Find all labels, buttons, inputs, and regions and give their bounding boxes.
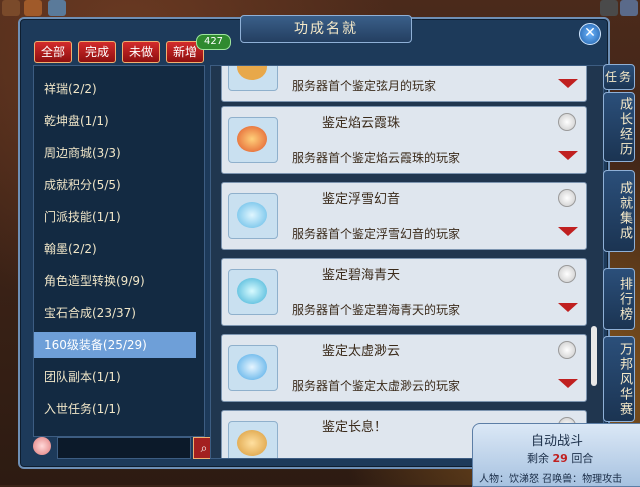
- new-count-badge: 427: [196, 34, 231, 50]
- category-list: 祥瑞(2/2) 乾坤盘(1/1) 周边商城(3/3) 成就积分(5/5) 门派技…: [33, 65, 216, 437]
- item-thumbnail: [228, 193, 278, 239]
- achievement-card[interactable]: 鉴定浮雪幻音 服务器首个鉴定浮雪幻音的玩家: [221, 182, 587, 250]
- jewel-icon: [237, 126, 267, 152]
- category-item[interactable]: 角色造型转换(9/9): [34, 268, 196, 294]
- expand-arrow-icon[interactable]: [558, 303, 578, 312]
- achievement-list: 服务器首个鉴定弦月的玩家 鉴定焰云霞珠 服务器首个鉴定焰云霞珠的玩家 鉴定浮雪幻…: [210, 65, 604, 459]
- side-tab-achievement[interactable]: 成就集成: [603, 170, 635, 252]
- jewel-icon: [237, 278, 267, 304]
- achievement-desc: 服务器首个鉴定太虚渺云的玩家: [292, 379, 461, 393]
- category-item[interactable]: 宝石合成(23/37): [34, 300, 196, 326]
- achievement-scrollbar[interactable]: [591, 326, 597, 386]
- search-bar: ⌕: [33, 437, 215, 459]
- category-item[interactable]: 门派技能(1/1): [34, 204, 196, 230]
- search-input[interactable]: [57, 437, 191, 459]
- achievement-desc: 服务器首个鉴定碧海青天的玩家: [292, 303, 461, 317]
- category-item[interactable]: 周边商城(3/3): [34, 140, 196, 166]
- jewel-icon: [237, 66, 267, 80]
- category-item[interactable]: 乾坤盘(1/1): [34, 108, 196, 134]
- achievement-card[interactable]: 鉴定焰云霞珠 服务器首个鉴定焰云霞珠的玩家: [221, 106, 587, 174]
- auto-battle-panel[interactable]: 自动战斗 剩余 29 回合 人物：饮涕怒 召唤兽：物理攻击: [472, 423, 640, 487]
- side-tab-task[interactable]: 任务追: [603, 64, 635, 108]
- jewel-icon: [237, 354, 267, 380]
- hud-icon[interactable]: [2, 0, 20, 16]
- category-item[interactable]: 入世任务(1/1): [34, 396, 196, 422]
- peach-icon: [558, 113, 576, 131]
- achievement-card[interactable]: 鉴定碧海青天 服务器首个鉴定碧海青天的玩家: [221, 258, 587, 326]
- rounds-count: 29: [552, 452, 568, 465]
- auto-battle-title: 自动战斗: [530, 434, 583, 449]
- window-title: 功成名就: [240, 15, 412, 43]
- peach-icon: [558, 189, 576, 207]
- category-item[interactable]: 成就积分(5/5): [34, 172, 196, 198]
- achievement-desc: 服务器首个鉴定焰云霞珠的玩家: [292, 151, 461, 165]
- side-tab-growth[interactable]: 成长经历: [603, 92, 635, 162]
- item-thumbnail: [228, 345, 278, 391]
- achievement-title: 鉴定太虚渺云: [322, 344, 401, 359]
- expand-arrow-icon[interactable]: [558, 79, 578, 88]
- filter-all-button[interactable]: 全部: [34, 41, 73, 63]
- achievement-card[interactable]: 鉴定太虚渺云 服务器首个鉴定太虚渺云的玩家: [221, 334, 587, 402]
- item-thumbnail: [228, 269, 278, 315]
- peach-icon: [33, 437, 51, 455]
- category-item[interactable]: 团队副本(1/1): [34, 364, 196, 390]
- side-tab-ranking[interactable]: 排行榜: [603, 268, 635, 330]
- hud-icon[interactable]: [48, 0, 66, 16]
- side-tab-event[interactable]: 万邦风华赛: [603, 336, 635, 422]
- achievement-title: 鉴定焰云霞珠: [322, 116, 401, 131]
- peach-icon: [558, 265, 576, 283]
- remaining-label: 剩余: [527, 452, 549, 465]
- expand-arrow-icon[interactable]: [558, 227, 578, 236]
- achievement-title: 鉴定碧海青天: [322, 268, 401, 283]
- achievement-desc: 服务器首个鉴定弦月的玩家: [292, 79, 437, 93]
- filter-done-button[interactable]: 完成: [78, 41, 117, 63]
- category-item[interactable]: 翰墨(2/2): [34, 236, 196, 262]
- jewel-icon: [237, 430, 267, 456]
- close-button[interactable]: ✕: [579, 23, 601, 45]
- achievement-card[interactable]: 服务器首个鉴定弦月的玩家: [221, 66, 587, 102]
- auto-battle-rounds: 剩余 29 回合: [527, 450, 593, 466]
- search-icon: ⌕: [200, 441, 208, 455]
- jewel-icon: [237, 202, 267, 228]
- item-thumbnail: [228, 117, 278, 163]
- hud-icon[interactable]: [600, 0, 618, 16]
- achievement-title: 鉴定浮雪幻音: [322, 192, 401, 207]
- expand-arrow-icon[interactable]: [558, 151, 578, 160]
- item-thumbnail: [228, 421, 278, 458]
- hud-icon[interactable]: [24, 0, 42, 16]
- expand-arrow-icon[interactable]: [558, 379, 578, 388]
- item-thumbnail: [228, 66, 278, 91]
- achievement-window: 功成名就 ✕ 全部 完成 未做 新增 427 祥瑞(2/2) 乾坤盘(1/1) …: [18, 15, 610, 469]
- rounds-label: 回合: [571, 452, 594, 465]
- hud-icon[interactable]: [620, 0, 638, 16]
- achievement-title: 鉴定长息！: [322, 420, 388, 435]
- filter-todo-button[interactable]: 未做: [122, 41, 161, 63]
- achievement-desc: 服务器首个鉴定浮雪幻音的玩家: [292, 227, 461, 241]
- peach-icon: [558, 341, 576, 359]
- category-item[interactable]: 祥瑞(2/2): [34, 76, 196, 102]
- auto-battle-info: 人物：饮涕怒 召唤兽：物理攻击: [479, 474, 623, 485]
- category-item-selected[interactable]: 160级装备(25/29): [34, 332, 196, 358]
